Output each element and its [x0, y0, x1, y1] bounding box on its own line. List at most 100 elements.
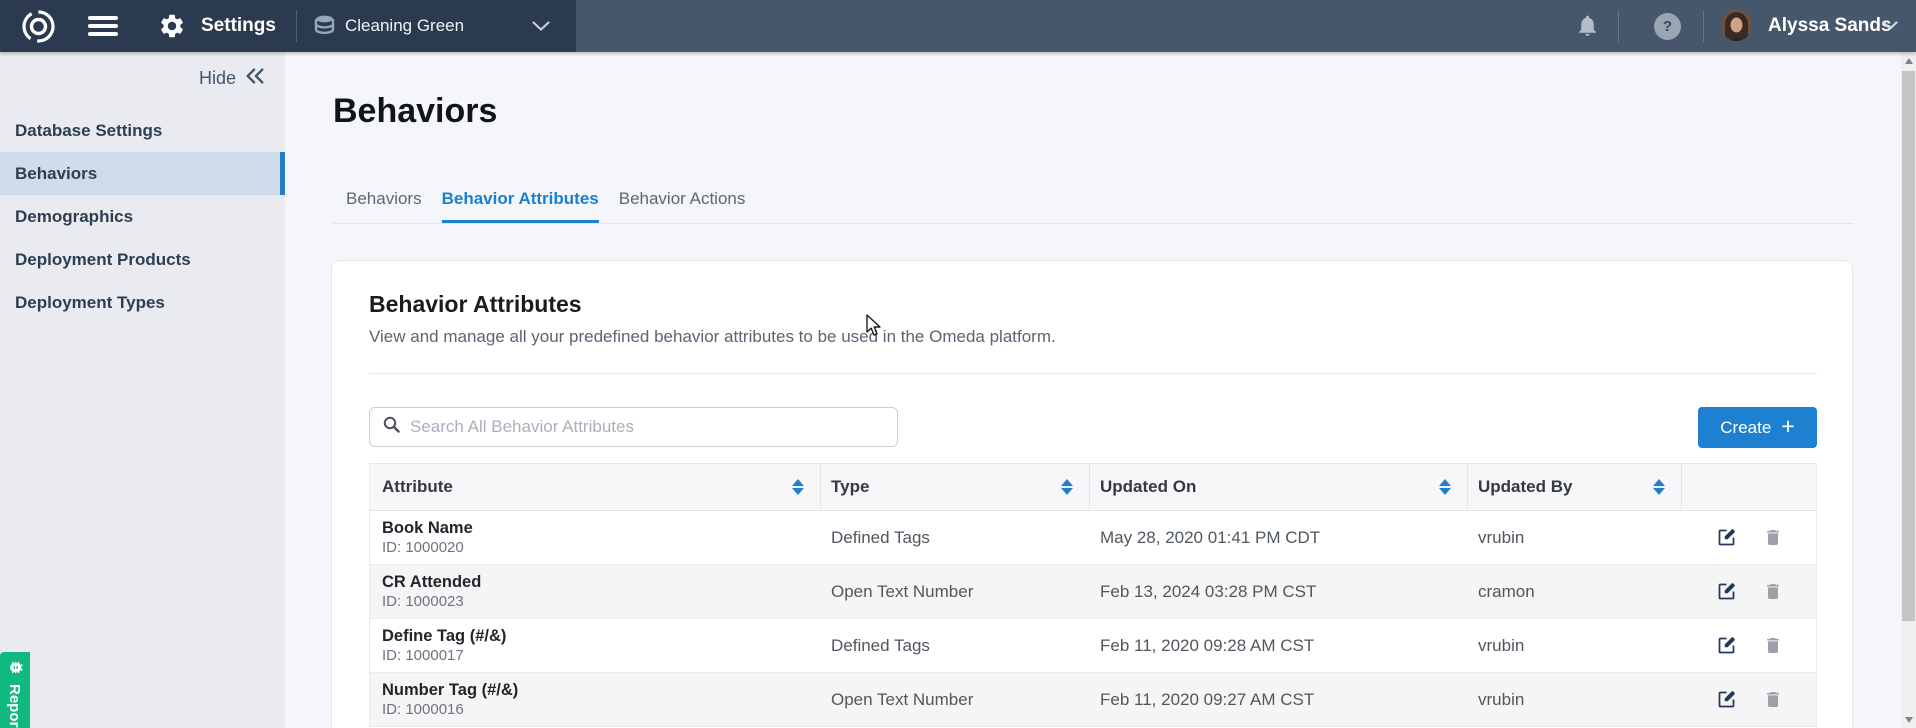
updated-by-cell: cramon	[1468, 565, 1682, 618]
sidebar-nav-list: Database SettingsBehaviorsDemographicsDe…	[0, 109, 285, 324]
hamburger-icon[interactable]	[88, 16, 118, 36]
page-title: Behaviors	[333, 92, 497, 131]
sort-icon[interactable]	[1061, 479, 1073, 495]
main-content: Behaviors BehaviorsBehavior AttributesBe…	[285, 52, 1901, 728]
type-cell: Open Text Number	[821, 565, 1090, 618]
actions-cell	[1682, 673, 1816, 726]
delete-icon[interactable]	[1763, 689, 1783, 710]
table-row: Define Tag (#/&)ID: 1000017Defined TagsF…	[370, 619, 1816, 673]
type-cell: Open Text Number	[821, 673, 1090, 726]
workspace-chevron-down-icon[interactable]	[532, 21, 550, 31]
updated-on-cell: Feb 11, 2020 09:27 AM CST	[1090, 673, 1468, 726]
attribute-name: CR Attended	[382, 572, 481, 592]
navbar-divider	[1618, 10, 1619, 42]
sort-icon[interactable]	[1439, 479, 1451, 495]
vertical-scrollbar[interactable]	[1901, 52, 1916, 728]
updated-by-cell: vrubin	[1468, 673, 1682, 726]
column-header-attribute[interactable]: Attribute	[370, 464, 821, 510]
edit-icon[interactable]	[1716, 581, 1737, 602]
column-header-type[interactable]: Type	[821, 464, 1090, 510]
attribute-cell: Book NameID: 1000020	[370, 511, 821, 564]
search-box	[369, 407, 898, 447]
sidebar-item-behaviors[interactable]: Behaviors	[0, 152, 285, 195]
workspace-label: Cleaning Green	[345, 16, 464, 36]
column-label: Updated By	[1478, 477, 1572, 497]
type-cell: Defined Tags	[821, 619, 1090, 672]
collapse-icon	[245, 67, 265, 90]
table-header: AttributeType Updated On Updated By	[370, 463, 1816, 511]
column-header-updated-on[interactable]: Updated On	[1090, 464, 1468, 510]
attribute-cell: CR AttendedID: 1000023	[370, 565, 821, 618]
delete-icon[interactable]	[1763, 527, 1783, 548]
report-a-bug-tab[interactable]: Report a Bug	[0, 652, 30, 728]
attribute-cell: Define Tag (#/&)ID: 1000017	[370, 619, 821, 672]
database-icon	[314, 15, 335, 38]
sort-icon[interactable]	[792, 479, 804, 495]
table-row: Book NameID: 1000020Defined TagsMay 28, …	[370, 511, 1816, 565]
attribute-id: ID: 1000020	[382, 538, 464, 557]
delete-icon[interactable]	[1763, 581, 1783, 602]
bell-icon[interactable]	[1575, 12, 1600, 39]
column-header-updated-by[interactable]: Updated By	[1468, 464, 1682, 510]
navbar-divider	[1703, 10, 1704, 42]
avatar[interactable]	[1721, 10, 1752, 41]
updated-on-cell: Feb 11, 2020 09:28 AM CST	[1090, 619, 1468, 672]
sort-icon[interactable]	[1653, 479, 1665, 495]
sidebar-item-deployment-types[interactable]: Deployment Types	[0, 281, 285, 324]
bug-badge-label: Report a Bug	[7, 684, 24, 728]
sidebar-item-demographics[interactable]: Demographics	[0, 195, 285, 238]
column-label: Updated On	[1100, 477, 1196, 497]
edit-icon[interactable]	[1716, 527, 1737, 548]
updated-on-cell: May 28, 2020 01:41 PM CDT	[1090, 511, 1468, 564]
behavior-attributes-card: Behavior Attributes View and manage all …	[331, 260, 1853, 728]
delete-icon[interactable]	[1763, 635, 1783, 656]
edit-icon[interactable]	[1716, 689, 1737, 710]
edit-icon[interactable]	[1716, 635, 1737, 656]
table-row: Number Tag (#/&)ID: 1000016Open Text Num…	[370, 673, 1816, 727]
attribute-cell: Number Tag (#/&)ID: 1000016	[370, 673, 821, 726]
updated-by-cell: vrubin	[1468, 619, 1682, 672]
tab-behavior-attributes[interactable]: Behavior Attributes	[442, 183, 599, 223]
scrollbar-thumb[interactable]	[1902, 71, 1915, 621]
card-title: Behavior Attributes	[369, 291, 582, 318]
attribute-name: Book Name	[382, 518, 473, 538]
card-divider	[369, 373, 1817, 374]
user-name: Alyssa Sands	[1768, 15, 1892, 37]
navbar-product-label: Settings	[201, 0, 276, 52]
user-menu[interactable]: Alyssa Sands	[1768, 0, 1892, 52]
bug-icon	[5, 659, 26, 676]
actions-cell	[1682, 511, 1816, 564]
attribute-id: ID: 1000023	[382, 592, 464, 611]
updated-on-cell: Feb 13, 2024 03:28 PM CST	[1090, 565, 1468, 618]
type-cell: Defined Tags	[821, 511, 1090, 564]
gear-icon	[158, 12, 186, 40]
attribute-id: ID: 1000017	[382, 646, 464, 665]
workspace-selector[interactable]: Cleaning Green	[345, 0, 464, 52]
hide-label: Hide	[199, 68, 236, 89]
search-icon	[383, 416, 400, 438]
actions-cell	[1682, 619, 1816, 672]
create-button[interactable]: Create +	[1698, 407, 1817, 448]
navbar-left-section	[0, 0, 576, 52]
behavior-attributes-table: AttributeType Updated On Updated By Book N…	[369, 463, 1817, 727]
omeda-logo[interactable]	[20, 8, 57, 45]
help-icon[interactable]: ?	[1654, 13, 1681, 40]
attribute-id: ID: 1000016	[382, 700, 464, 719]
attribute-name: Define Tag (#/&)	[382, 626, 506, 646]
top-navbar: Settings Cleaning Green ? Alyssa Sands	[0, 0, 1916, 52]
sidebar-item-deployment-products[interactable]: Deployment Products	[0, 238, 285, 281]
column-header-actions	[1682, 464, 1816, 510]
table-body: Book NameID: 1000020Defined TagsMay 28, …	[370, 511, 1816, 727]
settings-sidebar: Hide Database SettingsBehaviorsDemograph…	[0, 52, 285, 728]
user-chevron-down-icon[interactable]	[1882, 21, 1898, 30]
tab-behaviors[interactable]: Behaviors	[346, 183, 422, 223]
scroll-up-button[interactable]	[1901, 52, 1916, 69]
sidebar-item-database-settings[interactable]: Database Settings	[0, 109, 285, 152]
updated-by-cell: vrubin	[1468, 511, 1682, 564]
behavior-tabs: Behaviors Behavior Attributes Behavior Act…	[333, 183, 1853, 224]
tab-behavior-actions[interactable]: Behavior Actions	[619, 183, 746, 223]
attribute-name: Number Tag (#/&)	[382, 680, 518, 700]
search-input[interactable]	[410, 417, 897, 437]
sidebar-hide-button[interactable]: Hide	[199, 67, 265, 90]
scroll-down-button[interactable]	[1901, 711, 1916, 728]
